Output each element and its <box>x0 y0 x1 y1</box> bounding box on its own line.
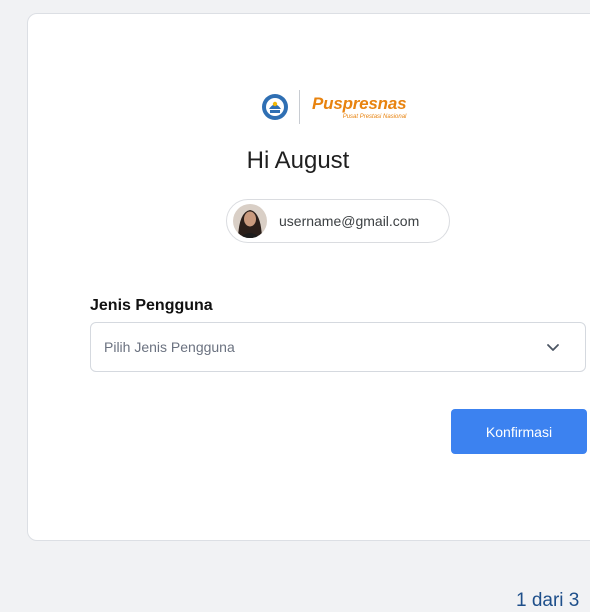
puspresnas-logo: Puspresnas Pusat Prestasi Nasional <box>261 90 407 124</box>
greeting-title: Hi August <box>246 147 350 174</box>
chevron-down-icon <box>547 344 559 351</box>
tut-wuri-handayani-emblem-icon <box>262 94 288 120</box>
user-type-label: Jenis Pengguna <box>90 297 213 314</box>
confirm-button[interactable]: Konfirmasi <box>451 409 587 454</box>
account-email: username@gmail.com <box>279 213 420 229</box>
user-type-placeholder: Pilih Jenis Pengguna <box>104 339 235 355</box>
avatar <box>233 204 267 238</box>
user-type-select[interactable]: Pilih Jenis Pengguna <box>90 322 586 372</box>
login-card: Puspresnas Pusat Prestasi Nasional Hi Au… <box>27 13 590 541</box>
logo-tagline: Pusat Prestasi Nasional <box>342 113 407 120</box>
logo-divider <box>299 90 300 124</box>
logo-name: Puspresnas <box>312 93 407 113</box>
pagination-indicator: 1 dari 3 <box>516 590 580 611</box>
account-chip[interactable]: username@gmail.com <box>226 199 450 243</box>
